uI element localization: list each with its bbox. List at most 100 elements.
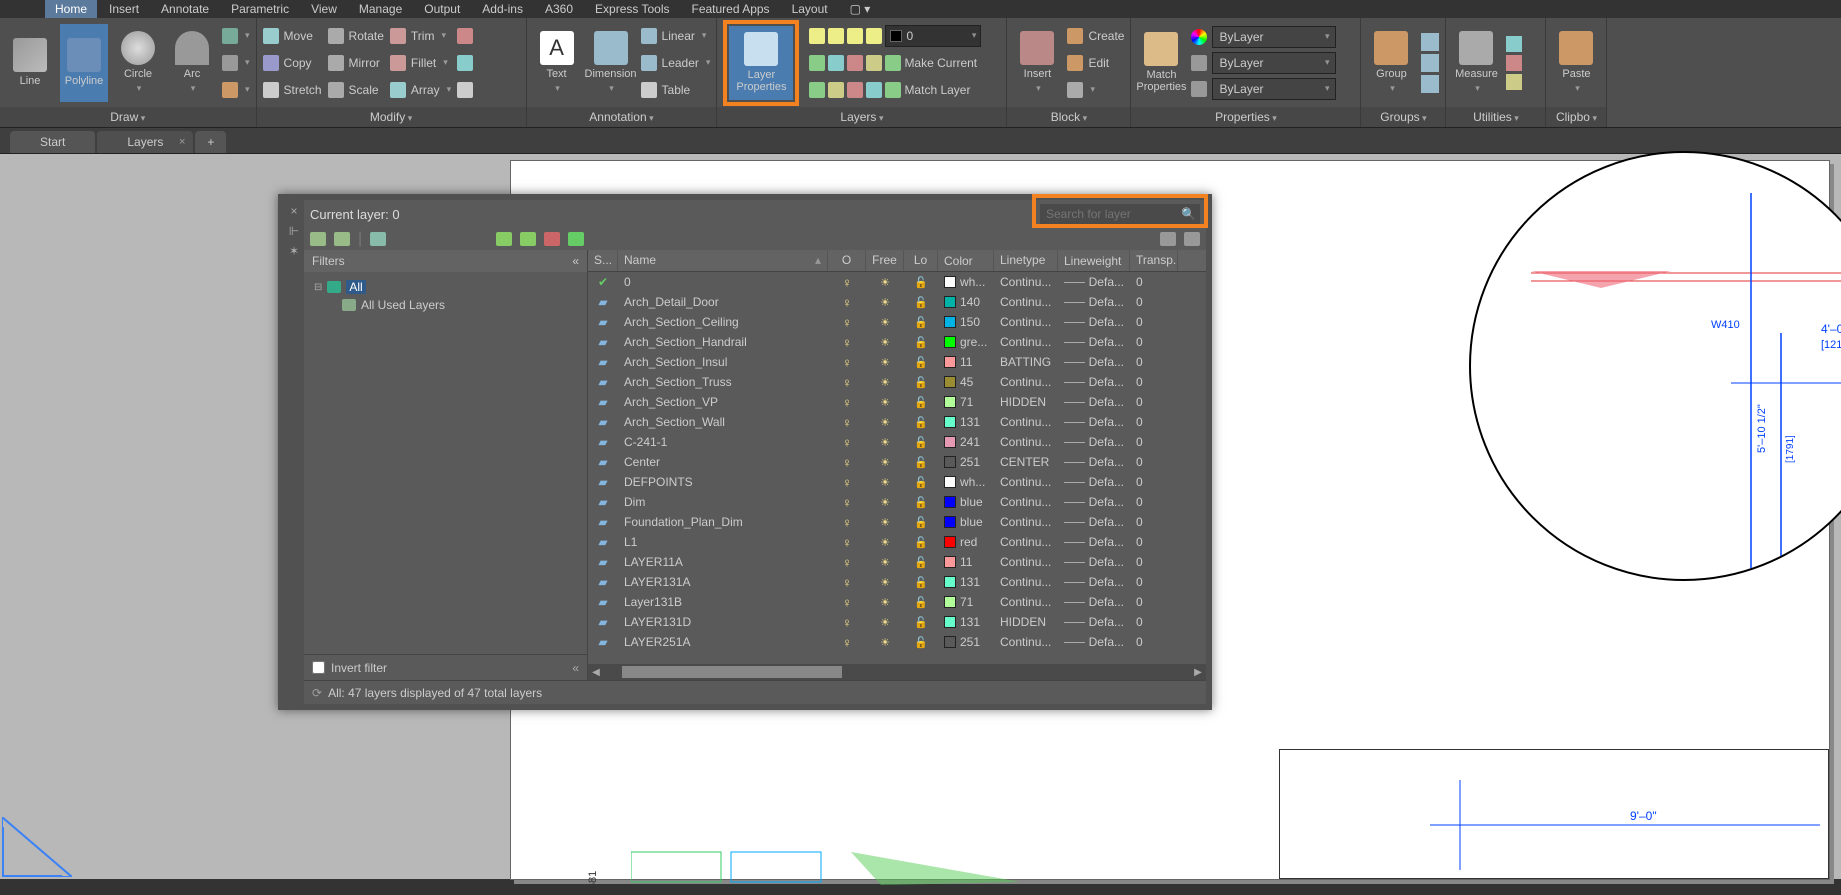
layer-row[interactable]: ▰LAYER251A♀☀🔓251Continu...Defa...0 — [588, 632, 1206, 652]
layer-search-input[interactable] — [1040, 204, 1200, 224]
array-button[interactable]: Array▾ — [390, 78, 451, 102]
menu-tab-layout[interactable]: Layout — [782, 0, 838, 18]
copy-button[interactable]: Copy — [263, 51, 322, 75]
modify-misc-3[interactable] — [457, 78, 473, 102]
col-freeze[interactable]: Free — [866, 250, 904, 271]
menu-tab-parametric[interactable]: Parametric — [221, 0, 299, 18]
prop-color[interactable]: ByLayer▾ — [1191, 25, 1336, 49]
panel-util-label[interactable]: Utilities — [1446, 107, 1545, 127]
col-lock[interactable]: Lo — [904, 250, 938, 271]
group-button[interactable]: Group▾ — [1367, 24, 1415, 102]
menu-tab-insert[interactable]: Insert — [99, 0, 149, 18]
layer-row[interactable]: ▰Arch_Section_Ceiling♀☀🔓150Continu...Def… — [588, 312, 1206, 332]
layer-properties-button[interactable]: Layer Properties — [729, 26, 793, 100]
panel-layers-label[interactable]: Layers — [717, 107, 1006, 127]
col-on[interactable]: O — [828, 250, 866, 271]
edit-button[interactable]: Edit — [1067, 51, 1124, 75]
modify-misc-1[interactable] — [457, 24, 473, 48]
menu-tab-featured[interactable]: Featured Apps — [682, 0, 780, 18]
settings-icon[interactable] — [1184, 232, 1200, 246]
util-ico2[interactable] — [1506, 55, 1522, 71]
paste-button[interactable]: Paste▾ — [1552, 24, 1600, 102]
panel-props-label[interactable]: Properties — [1131, 107, 1360, 127]
measure-button[interactable]: Measure▾ — [1452, 24, 1500, 102]
panel-modify-label[interactable]: Modify — [257, 107, 526, 127]
group-ico2[interactable] — [1421, 54, 1439, 72]
layer-row[interactable]: ▰Dim♀☀🔓blueContinu...Defa...0 — [588, 492, 1206, 512]
file-tab-layers[interactable]: Layers× — [97, 131, 193, 153]
horizontal-scrollbar[interactable]: ◀▶ — [588, 664, 1206, 680]
layer-row[interactable]: ▰Arch_Section_Insul♀☀🔓11BATTINGDefa...0 — [588, 352, 1206, 372]
menu-tab-view[interactable]: View — [301, 0, 347, 18]
col-color[interactable]: Color — [938, 250, 994, 271]
current-layer-combo[interactable]: 0▾ — [885, 25, 981, 47]
panel-annot-label[interactable]: Annotation — [527, 107, 717, 127]
dimension-button[interactable]: Dimension▾ — [587, 24, 635, 102]
menu-tab-addins[interactable]: Add-ins — [472, 0, 533, 18]
layer-row[interactable]: ▰Arch_Section_Wall♀☀🔓131Continu...Defa..… — [588, 412, 1206, 432]
rotate-button[interactable]: Rotate — [328, 24, 384, 48]
delete-layer-icon[interactable] — [544, 232, 560, 246]
menu-tab-output[interactable]: Output — [414, 0, 470, 18]
layer-row[interactable]: ▰L1♀☀🔓redContinu...Defa...0 — [588, 532, 1206, 552]
layer-row[interactable]: ▰LAYER131A♀☀🔓131Continu...Defa...0 — [588, 572, 1206, 592]
draw-misc-1[interactable]: ▾ — [222, 24, 250, 48]
layer-tools-row[interactable]: Make Current — [809, 51, 981, 75]
leader-button[interactable]: Leader▾ — [641, 51, 711, 75]
filter-all[interactable]: ⊟All — [314, 278, 577, 296]
panel-block-label[interactable]: Block — [1007, 107, 1130, 127]
layer-row[interactable]: ▰Arch_Section_Handrail♀☀🔓gre...Continu..… — [588, 332, 1206, 352]
layer-row[interactable]: ▰Arch_Section_Truss♀☀🔓45Continu...Defa..… — [588, 372, 1206, 392]
new-layer-vp-icon[interactable] — [520, 232, 536, 246]
col-transparency[interactable]: Transp... — [1130, 250, 1178, 271]
menu-tab-a360[interactable]: A360 — [535, 0, 583, 18]
mirror-button[interactable]: Mirror — [328, 51, 384, 75]
modify-misc-2[interactable] — [457, 51, 473, 75]
text-button[interactable]: AText▾ — [533, 24, 581, 102]
new-group-filter-icon[interactable] — [334, 232, 350, 246]
polyline-button[interactable]: Polyline — [60, 24, 108, 102]
util-ico3[interactable] — [1506, 74, 1522, 90]
block-misc[interactable]: ▾ — [1067, 78, 1124, 102]
group-ico3[interactable] — [1421, 75, 1439, 93]
grid-body[interactable]: ✔0♀☀🔓wh...Continu...Defa...0▰Arch_Detail… — [588, 272, 1206, 664]
refresh-icon[interactable] — [1160, 232, 1176, 246]
menu-tab-express[interactable]: Express Tools — [585, 0, 679, 18]
menu-tab-manage[interactable]: Manage — [349, 0, 412, 18]
palette-menu-icon[interactable]: ✶ — [289, 244, 299, 258]
filter-used[interactable]: All Used Layers — [314, 296, 577, 314]
set-current-icon[interactable] — [568, 232, 584, 246]
linear-button[interactable]: Linear▾ — [641, 24, 711, 48]
layer-row[interactable]: ▰Foundation_Plan_Dim♀☀🔓blueContinu...Def… — [588, 512, 1206, 532]
scale-button[interactable]: Scale — [328, 78, 384, 102]
fillet-button[interactable]: Fillet▾ — [390, 51, 451, 75]
col-name[interactable]: Name▴ — [618, 250, 828, 271]
trim-button[interactable]: Trim▾ — [390, 24, 451, 48]
layer-state-toggles[interactable]: 0▾ — [809, 24, 981, 48]
col-lineweight[interactable]: Lineweight — [1058, 250, 1130, 271]
group-ico1[interactable] — [1421, 33, 1439, 51]
prop-lineweight[interactable]: ByLayer▾ — [1191, 51, 1336, 75]
move-button[interactable]: Move — [263, 24, 322, 48]
table-button[interactable]: Table — [641, 78, 711, 102]
menu-tab-annotate[interactable]: Annotate — [151, 0, 219, 18]
layer-row[interactable]: ✔0♀☀🔓wh...Continu...Defa...0 — [588, 272, 1206, 292]
arc-button[interactable]: Arc▾ — [168, 24, 216, 102]
draw-misc-3[interactable]: ▾ — [222, 78, 250, 102]
insert-button[interactable]: Insert▾ — [1013, 24, 1061, 102]
layer-row[interactable]: ▰Layer131B♀☀🔓71Continu...Defa...0 — [588, 592, 1206, 612]
file-tab-add[interactable]: + — [195, 131, 226, 153]
col-linetype[interactable]: Linetype — [994, 250, 1058, 271]
draw-misc-2[interactable]: ▾ — [222, 51, 250, 75]
prop-linetype[interactable]: ByLayer▾ — [1191, 77, 1336, 101]
layer-row[interactable]: ▰DEFPOINTS♀☀🔓wh...Continu...Defa...0 — [588, 472, 1206, 492]
layer-states-icon[interactable] — [370, 232, 386, 246]
new-layer-icon[interactable] — [496, 232, 512, 246]
file-tab-start[interactable]: Start — [10, 131, 95, 153]
close-icon[interactable]: × — [179, 136, 185, 148]
panel-clip-label[interactable]: Clipbo — [1546, 107, 1606, 127]
col-status[interactable]: S... — [588, 250, 618, 271]
layer-row[interactable]: ▰Center♀☀🔓251CENTERDefa...0 — [588, 452, 1206, 472]
layer-row[interactable]: ▰Arch_Detail_Door♀☀🔓140Continu...Defa...… — [588, 292, 1206, 312]
util-ico1[interactable] — [1506, 36, 1522, 52]
